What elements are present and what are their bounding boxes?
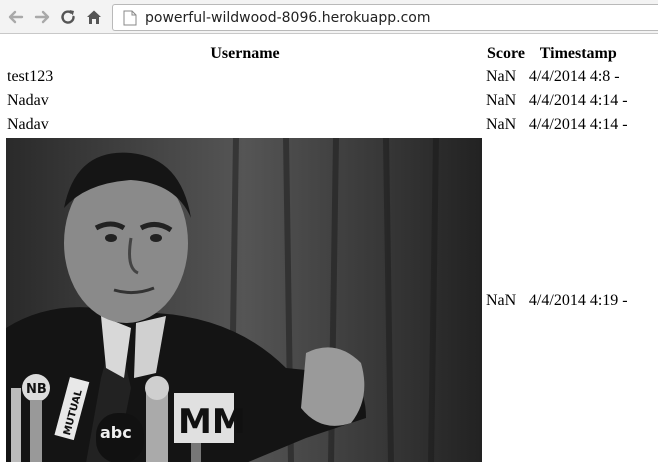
forward-arrow-icon [34, 10, 50, 23]
table-row: Nadav NaN 4/4/2014 4:14 - [6, 114, 629, 136]
url-text[interactable]: powerful-wildwood-8096.herokuapp.com [145, 10, 430, 26]
cell-score: NaN [486, 92, 517, 109]
reload-button[interactable] [56, 5, 80, 29]
table-row: test123 NaN 4/4/2014 4:8 - [6, 66, 629, 88]
username-photo: NB MUTUAL abc MM [6, 138, 482, 462]
cell-score: NaN [486, 291, 517, 309]
forward-button[interactable] [30, 5, 54, 29]
cell-timestamp: 4/4/2014 4:14 - [528, 116, 628, 133]
back-button[interactable] [4, 5, 28, 29]
table-header-row: Username Score Timestamp [6, 44, 629, 64]
column-header-username: Username [210, 45, 280, 62]
cell-score: NaN [486, 68, 517, 85]
cell-username: test123 [7, 68, 54, 85]
cell-score: NaN [486, 116, 517, 133]
page-content: Username Score Timestamp test123 NaN 4/4… [0, 35, 658, 462]
address-bar[interactable]: powerful-wildwood-8096.herokuapp.com [112, 4, 658, 31]
mic-label-abc: abc [100, 423, 132, 442]
back-arrow-icon [8, 10, 24, 23]
cell-username-image: NB MUTUAL abc MM [6, 138, 484, 462]
cell-timestamp: 4/4/2014 4:14 - [528, 92, 628, 109]
scores-table: Username Score Timestamp test123 NaN 4/4… [4, 42, 631, 462]
column-header-score: Score [487, 45, 525, 62]
mic-label-nb: NB [26, 382, 47, 397]
home-icon [87, 10, 101, 24]
column-header-timestamp: Timestamp [539, 45, 617, 62]
table-row: Nadav NaN 4/4/2014 4:14 - [6, 90, 629, 112]
cell-timestamp: 4/4/2014 4:8 - [528, 68, 620, 85]
cell-username: Nadav [7, 92, 49, 109]
portrait-illustration: NB MUTUAL abc MM [6, 138, 482, 462]
browser-toolbar: powerful-wildwood-8096.herokuapp.com [0, 0, 658, 34]
home-button[interactable] [82, 5, 106, 29]
cell-timestamp: 4/4/2014 4:19 - [528, 291, 628, 309]
mic-label-mm: MM [178, 402, 246, 442]
reload-icon [61, 9, 75, 24]
cell-username: Nadav [7, 116, 49, 133]
table-row: NB MUTUAL abc MM NaN 4/4/2014 4:19 - [6, 138, 629, 462]
page-icon [123, 10, 137, 25]
